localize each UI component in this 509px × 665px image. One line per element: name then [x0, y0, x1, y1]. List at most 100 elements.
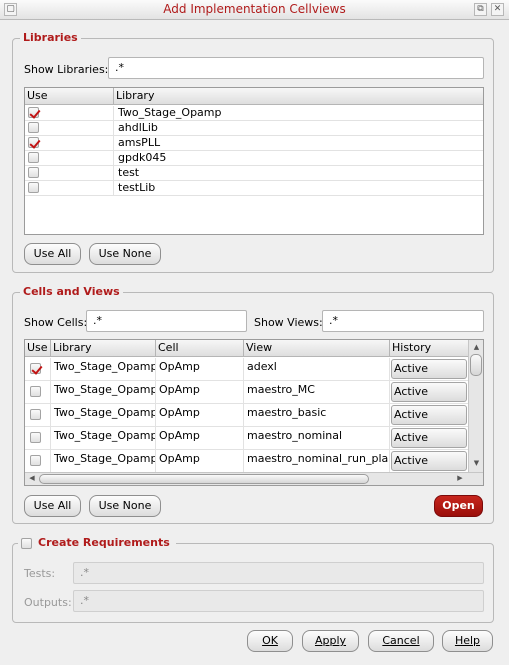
cells-views-group-title: Cells and Views: [20, 285, 123, 298]
ok-button[interactable]: OK: [247, 630, 293, 652]
tests-label: Tests:: [24, 567, 56, 580]
library-use-cell: [25, 121, 114, 135]
scroll-left-icon[interactable]: ◀: [27, 473, 37, 484]
scroll-down-icon[interactable]: ▼: [471, 458, 482, 469]
column-header-use[interactable]: Use: [25, 88, 114, 105]
cellview-use-checkbox[interactable]: [30, 363, 41, 374]
horizontal-scrollbar[interactable]: ◀ ▶: [25, 472, 483, 485]
cellview-history-cell: Active: [390, 427, 468, 449]
library-row[interactable]: test: [25, 166, 483, 181]
column-header-library[interactable]: Library: [51, 340, 156, 357]
cellview-library-cell: Two_Stage_Opamp: [51, 404, 156, 426]
library-use-checkbox[interactable]: [28, 167, 39, 178]
cellview-cell-cell: OpAmp: [156, 404, 244, 426]
requirements-header: Create Requirements Create Requirements: [18, 536, 176, 551]
outputs-input[interactable]: .*: [73, 590, 484, 612]
history-dropdown[interactable]: Active: [391, 405, 467, 425]
library-use-cell: [25, 136, 114, 150]
create-requirements-checkbox[interactable]: [21, 538, 32, 549]
column-header-history[interactable]: History: [390, 340, 468, 357]
cells-views-table-header: Use Library Cell View History: [25, 340, 468, 357]
library-use-cell: [25, 166, 114, 180]
horizontal-scroll-thumb[interactable]: [39, 474, 369, 484]
show-views-input[interactable]: .*: [322, 310, 484, 332]
libraries-group-title: Libraries: [20, 31, 81, 44]
vertical-scrollbar[interactable]: ▲ ▼: [468, 340, 483, 473]
open-button[interactable]: Open: [434, 495, 483, 517]
tests-input[interactable]: .*: [73, 562, 484, 584]
history-dropdown[interactable]: Active: [391, 382, 467, 402]
cellview-row[interactable]: Two_Stage_Opamp OpAmp maestro_nominal Activ…: [25, 427, 468, 450]
cellview-view-cell: maestro_nominal_run_plan: [244, 450, 390, 472]
column-header-use[interactable]: Use: [25, 340, 51, 357]
window-menu-icon[interactable]: ▢: [4, 3, 17, 16]
library-name-cell: test: [118, 166, 140, 179]
history-dropdown[interactable]: Active: [391, 451, 467, 471]
help-button[interactable]: Help: [442, 630, 493, 652]
cellview-history-cell: Active: [390, 404, 468, 426]
cells-use-none-button[interactable]: Use None: [89, 495, 161, 517]
library-row[interactable]: gpdk045: [25, 151, 483, 166]
cancel-button[interactable]: Cancel: [368, 630, 434, 652]
cellview-library-cell: Two_Stage_Opamp: [51, 381, 156, 403]
library-row[interactable]: amsPLL: [25, 136, 483, 151]
vertical-scroll-thumb[interactable]: [470, 354, 482, 376]
library-name-cell: amsPLL: [118, 136, 161, 149]
create-requirements-label: Create Requirements: [38, 536, 170, 549]
cellview-view-cell: maestro_nominal: [244, 427, 390, 449]
show-libraries-input[interactable]: .*: [108, 57, 484, 79]
cellview-history-cell: Active: [390, 358, 468, 380]
cellview-cell-cell: OpAmp: [156, 358, 244, 380]
close-icon[interactable]: ✕: [491, 3, 504, 16]
library-name-cell: gpdk045: [118, 151, 167, 164]
libraries-use-all-button[interactable]: Use All: [24, 243, 81, 265]
library-use-checkbox[interactable]: [28, 182, 39, 193]
column-header-cell[interactable]: Cell: [156, 340, 244, 357]
cellview-row[interactable]: Two_Stage_Opamp OpAmp maestro_nominal_run_…: [25, 450, 468, 473]
show-cells-label: Show Cells:: [24, 316, 88, 329]
library-row[interactable]: Two_Stage_Opamp: [25, 106, 483, 121]
help-button-label: Help: [454, 634, 481, 647]
ok-button-label: OK: [262, 634, 278, 647]
cellview-row[interactable]: Two_Stage_Opamp OpAmp adexl Active: [25, 358, 468, 381]
libraries-table: Use Library Two_Stage_Opamp ahdlLib amsPLL…: [24, 87, 484, 235]
cellview-view-cell: maestro_MC: [244, 381, 390, 403]
history-dropdown[interactable]: Active: [391, 359, 467, 379]
cellview-history-cell: Active: [390, 450, 468, 472]
title-bar: Add Implementation Cellviews ▢ ⧉ ✕: [0, 0, 509, 20]
history-dropdown[interactable]: Active: [391, 428, 467, 448]
show-libraries-label: Show Libraries:: [24, 63, 109, 76]
cellview-use-cell: [25, 381, 51, 403]
cellview-view-cell: maestro_basic: [244, 404, 390, 426]
cellview-use-cell: [25, 404, 51, 426]
library-use-cell: [25, 151, 114, 165]
cellview-row[interactable]: Two_Stage_Opamp OpAmp maestro_basic Active: [25, 404, 468, 427]
scroll-right-icon[interactable]: ▶: [455, 473, 465, 484]
library-row[interactable]: testLib: [25, 181, 483, 196]
cellview-use-checkbox[interactable]: [30, 409, 41, 420]
column-header-view[interactable]: View: [244, 340, 390, 357]
cellview-library-cell: Two_Stage_Opamp: [51, 427, 156, 449]
cellview-row[interactable]: Two_Stage_Opamp OpAmp maestro_MC Active: [25, 381, 468, 404]
restore-icon[interactable]: ⧉: [474, 3, 487, 16]
library-use-checkbox[interactable]: [28, 152, 39, 163]
library-use-checkbox[interactable]: [28, 107, 39, 118]
cancel-button-label: Cancel: [382, 634, 420, 647]
cellview-cell-cell: OpAmp: [156, 427, 244, 449]
libraries-use-none-button[interactable]: Use None: [89, 243, 161, 265]
apply-button[interactable]: Apply: [302, 630, 359, 652]
column-header-library[interactable]: Library: [114, 88, 483, 105]
library-use-checkbox[interactable]: [28, 122, 39, 133]
cellview-library-cell: Two_Stage_Opamp: [51, 358, 156, 380]
cellview-cell-cell: OpAmp: [156, 381, 244, 403]
show-cells-input[interactable]: .*: [86, 310, 247, 332]
scroll-up-icon[interactable]: ▲: [471, 342, 482, 353]
cellview-use-cell: [25, 427, 51, 449]
cells-use-all-button[interactable]: Use All: [24, 495, 81, 517]
library-use-checkbox[interactable]: [28, 137, 39, 148]
cellview-use-checkbox[interactable]: [30, 386, 41, 397]
cellview-use-checkbox[interactable]: [30, 455, 41, 466]
library-row[interactable]: ahdlLib: [25, 121, 483, 136]
cellview-use-checkbox[interactable]: [30, 432, 41, 443]
apply-button-label: Apply: [314, 634, 347, 647]
